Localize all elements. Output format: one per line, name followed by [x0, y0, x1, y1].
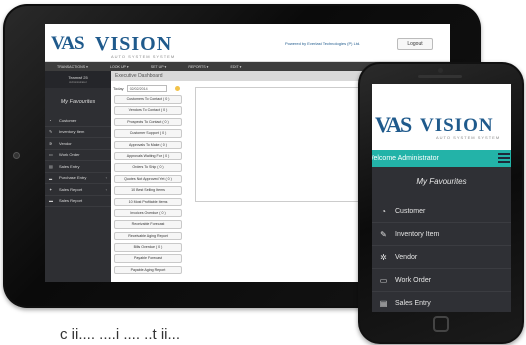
- phone-logo-mark: VAS: [375, 112, 412, 137]
- monitor-icon: ▭: [379, 275, 388, 285]
- today-label: Today: [113, 86, 124, 91]
- marketing-mockup: VAS VISION AUTO SYSTEM SYSTEM Powered by…: [0, 0, 526, 345]
- user-name: Teamwf 25: [68, 75, 88, 80]
- chevron-left-icon: ‹: [105, 186, 107, 192]
- speedometer-icon: ◔: [49, 117, 52, 123]
- phone-menu-item-label: Sales Entry: [395, 299, 431, 307]
- sidebar-item-label: Purchase Entry: [59, 175, 87, 181]
- logout-button[interactable]: Logout: [397, 38, 433, 50]
- sidebar-item-label: Customer: [59, 117, 77, 123]
- phone-menu-item[interactable]: ▤ Sales Entry: [372, 292, 511, 312]
- tablet-camera: [13, 152, 20, 159]
- phone-menu-item[interactable]: ✎ Inventory Item: [372, 223, 511, 246]
- monitor-icon: ▭: [49, 152, 53, 158]
- sidebar-item-label: Inventory Item: [59, 129, 85, 135]
- today-date-field[interactable]: 02/02/2014: [126, 85, 167, 92]
- sidebar-item[interactable]: ▤ Sales Entry: [45, 161, 111, 173]
- phone-menu-item-label: Inventory Item: [395, 230, 440, 238]
- phone-menu-item[interactable]: ▭ Work Order: [372, 269, 511, 292]
- gear-icon: ✲: [49, 140, 53, 146]
- caption-text: c ii.... ....i .... ..t ii...: [60, 326, 181, 343]
- sidebar-item[interactable]: ▂ Purchase Entry ‹: [45, 173, 111, 184]
- sidebar-item-label: Sales Report: [59, 186, 83, 192]
- phone-logo-text: VISION: [420, 115, 494, 136]
- logo-mark: VAS: [51, 33, 85, 54]
- phone-menu-item-label: Work Order: [395, 276, 432, 284]
- nav-item[interactable]: REPORTS ▾: [188, 65, 208, 69]
- sidebar-item-label: Vendor: [59, 140, 72, 146]
- phone-menu-item[interactable]: ✲ Vendor: [372, 246, 511, 269]
- phone-favourites-list: ◔ Customer ✎ Inventory Item ✲ Vendor ▭ Work Ord…: [372, 200, 511, 312]
- sidebar-item[interactable]: ✦ Sales Report ‹: [45, 184, 111, 196]
- sidebar-item[interactable]: ✎ Inventory Item: [45, 127, 111, 138]
- pencil-icon: ✎: [49, 129, 53, 135]
- dashboard-button[interactable]: Customers To Contact ( 0 ): [114, 95, 182, 104]
- hamburger-menu-icon[interactable]: [498, 153, 510, 164]
- dashboard-button[interactable]: Invoices Overdue ( 0 ): [114, 208, 182, 218]
- chart-icon: ▂: [49, 175, 53, 181]
- phone-screen: VAS VISION AUTO SYSTEM SYSTEM Welcome Ad…: [372, 84, 511, 312]
- dashboard-button[interactable]: Payable Forecast: [114, 254, 182, 263]
- dashboard-button[interactable]: Receivable Aging Report: [114, 231, 182, 241]
- table-icon: ▤: [379, 298, 388, 308]
- dashboard-button[interactable]: Payable Aging Report: [114, 265, 182, 275]
- phone-menu-item-label: Customer: [395, 207, 426, 215]
- calendar-icon[interactable]: [174, 86, 180, 91]
- dashboard-button[interactable]: Approvals To Make ( 0 ): [114, 140, 182, 150]
- dashboard-button[interactable]: 10 Most Profitable Items: [114, 197, 182, 207]
- table-icon: ▤: [49, 163, 53, 169]
- sidebar: Teamwf 25 Administrator My Favourites ◔ C…: [45, 71, 111, 282]
- today-row: Today 02/02/2014: [113, 85, 180, 92]
- speedometer-icon: ◔: [381, 206, 386, 216]
- user-role: Administrator: [69, 80, 87, 84]
- phone-speaker: [418, 75, 462, 78]
- dashboard-button[interactable]: 10 Best Selling Items: [114, 186, 182, 195]
- nav-item[interactable]: LOOK UP ▾: [110, 65, 129, 69]
- dashboard-button[interactable]: Prospects To Contact ( 0 ): [114, 117, 182, 127]
- dashboard-button[interactable]: Approvals Waiting For ( 0 ): [114, 151, 182, 161]
- home-button[interactable]: [433, 316, 449, 332]
- sidebar-item[interactable]: ▭ Work Order: [45, 150, 111, 161]
- phone-menu: My Favourites ◔ Customer ✎ Inventory Item ✲ V…: [372, 167, 511, 312]
- user-panel: Teamwf 25 Administrator: [45, 71, 111, 88]
- dashboard-button-column: Customers To Contact ( 0 ) Vendors To Con…: [114, 95, 182, 277]
- welcome-bar: Welcome Administrator: [372, 150, 511, 167]
- phone-logo-subtitle: AUTO SYSTEM SYSTEM: [436, 135, 501, 140]
- nav-item[interactable]: SET UP ▾: [151, 65, 167, 69]
- pencil-icon: ✎: [380, 229, 387, 239]
- phone-device: VAS VISION AUTO SYSTEM SYSTEM Welcome Ad…: [358, 62, 524, 344]
- phone-menu-item-label: Vendor: [395, 253, 418, 261]
- sidebar-item[interactable]: ◔ Customer: [45, 115, 111, 127]
- tag-icon: ✦: [49, 186, 53, 192]
- phone-logo-area: VAS VISION AUTO SYSTEM SYSTEM: [372, 84, 511, 150]
- dashboard-button[interactable]: Customer Support ( 0 ): [114, 129, 182, 138]
- app-header: VAS VISION AUTO SYSTEM SYSTEM Powered by…: [45, 24, 450, 62]
- dashboard-button[interactable]: Orders To Ship ( 0 ): [114, 163, 182, 172]
- powered-by-link[interactable]: Powered by Everlast Technologies (P) Ltd…: [285, 41, 360, 46]
- logo-subtitle: AUTO SYSTEM SYSTEM: [111, 54, 176, 59]
- sidebar-item-label: Sales Entry: [59, 163, 80, 169]
- sidebar-item[interactable]: ▬ Sales Report: [45, 196, 111, 207]
- phone-favourites-title: My Favourites: [416, 177, 467, 186]
- dashboard-button[interactable]: Bills Overdue ( 0 ): [114, 243, 182, 252]
- phone-menu-item[interactable]: ◔ Customer: [372, 200, 511, 223]
- nav-item[interactable]: EDIT ▾: [230, 65, 241, 69]
- dashboard-button[interactable]: Vendors To Contact ( 0 ): [114, 106, 182, 115]
- phone-camera: [438, 68, 443, 73]
- chevron-left-icon: ‹: [105, 175, 107, 181]
- folder-icon: ▬: [49, 198, 53, 204]
- dashboard-button[interactable]: Quotes Not Approved Yet ( 0 ): [114, 174, 182, 184]
- favourites-list: ◔ Customer ✎ Inventory Item ✲ Vendor ▭ Work Ord…: [45, 115, 111, 207]
- dashboard-button[interactable]: Receivable Forecast: [114, 220, 182, 229]
- sidebar-item[interactable]: ✲ Vendor: [45, 138, 111, 150]
- sidebar-item-label: Sales Report: [59, 198, 83, 204]
- nav-item[interactable]: TRANSACTIONS ▾: [57, 65, 88, 69]
- welcome-text: Welcome Administrator: [372, 155, 439, 162]
- favourites-title: My Favourites: [60, 99, 96, 105]
- gear-icon: ✲: [380, 252, 387, 262]
- sidebar-item-label: Work Order: [59, 152, 80, 158]
- logo-text: VISION: [95, 33, 173, 55]
